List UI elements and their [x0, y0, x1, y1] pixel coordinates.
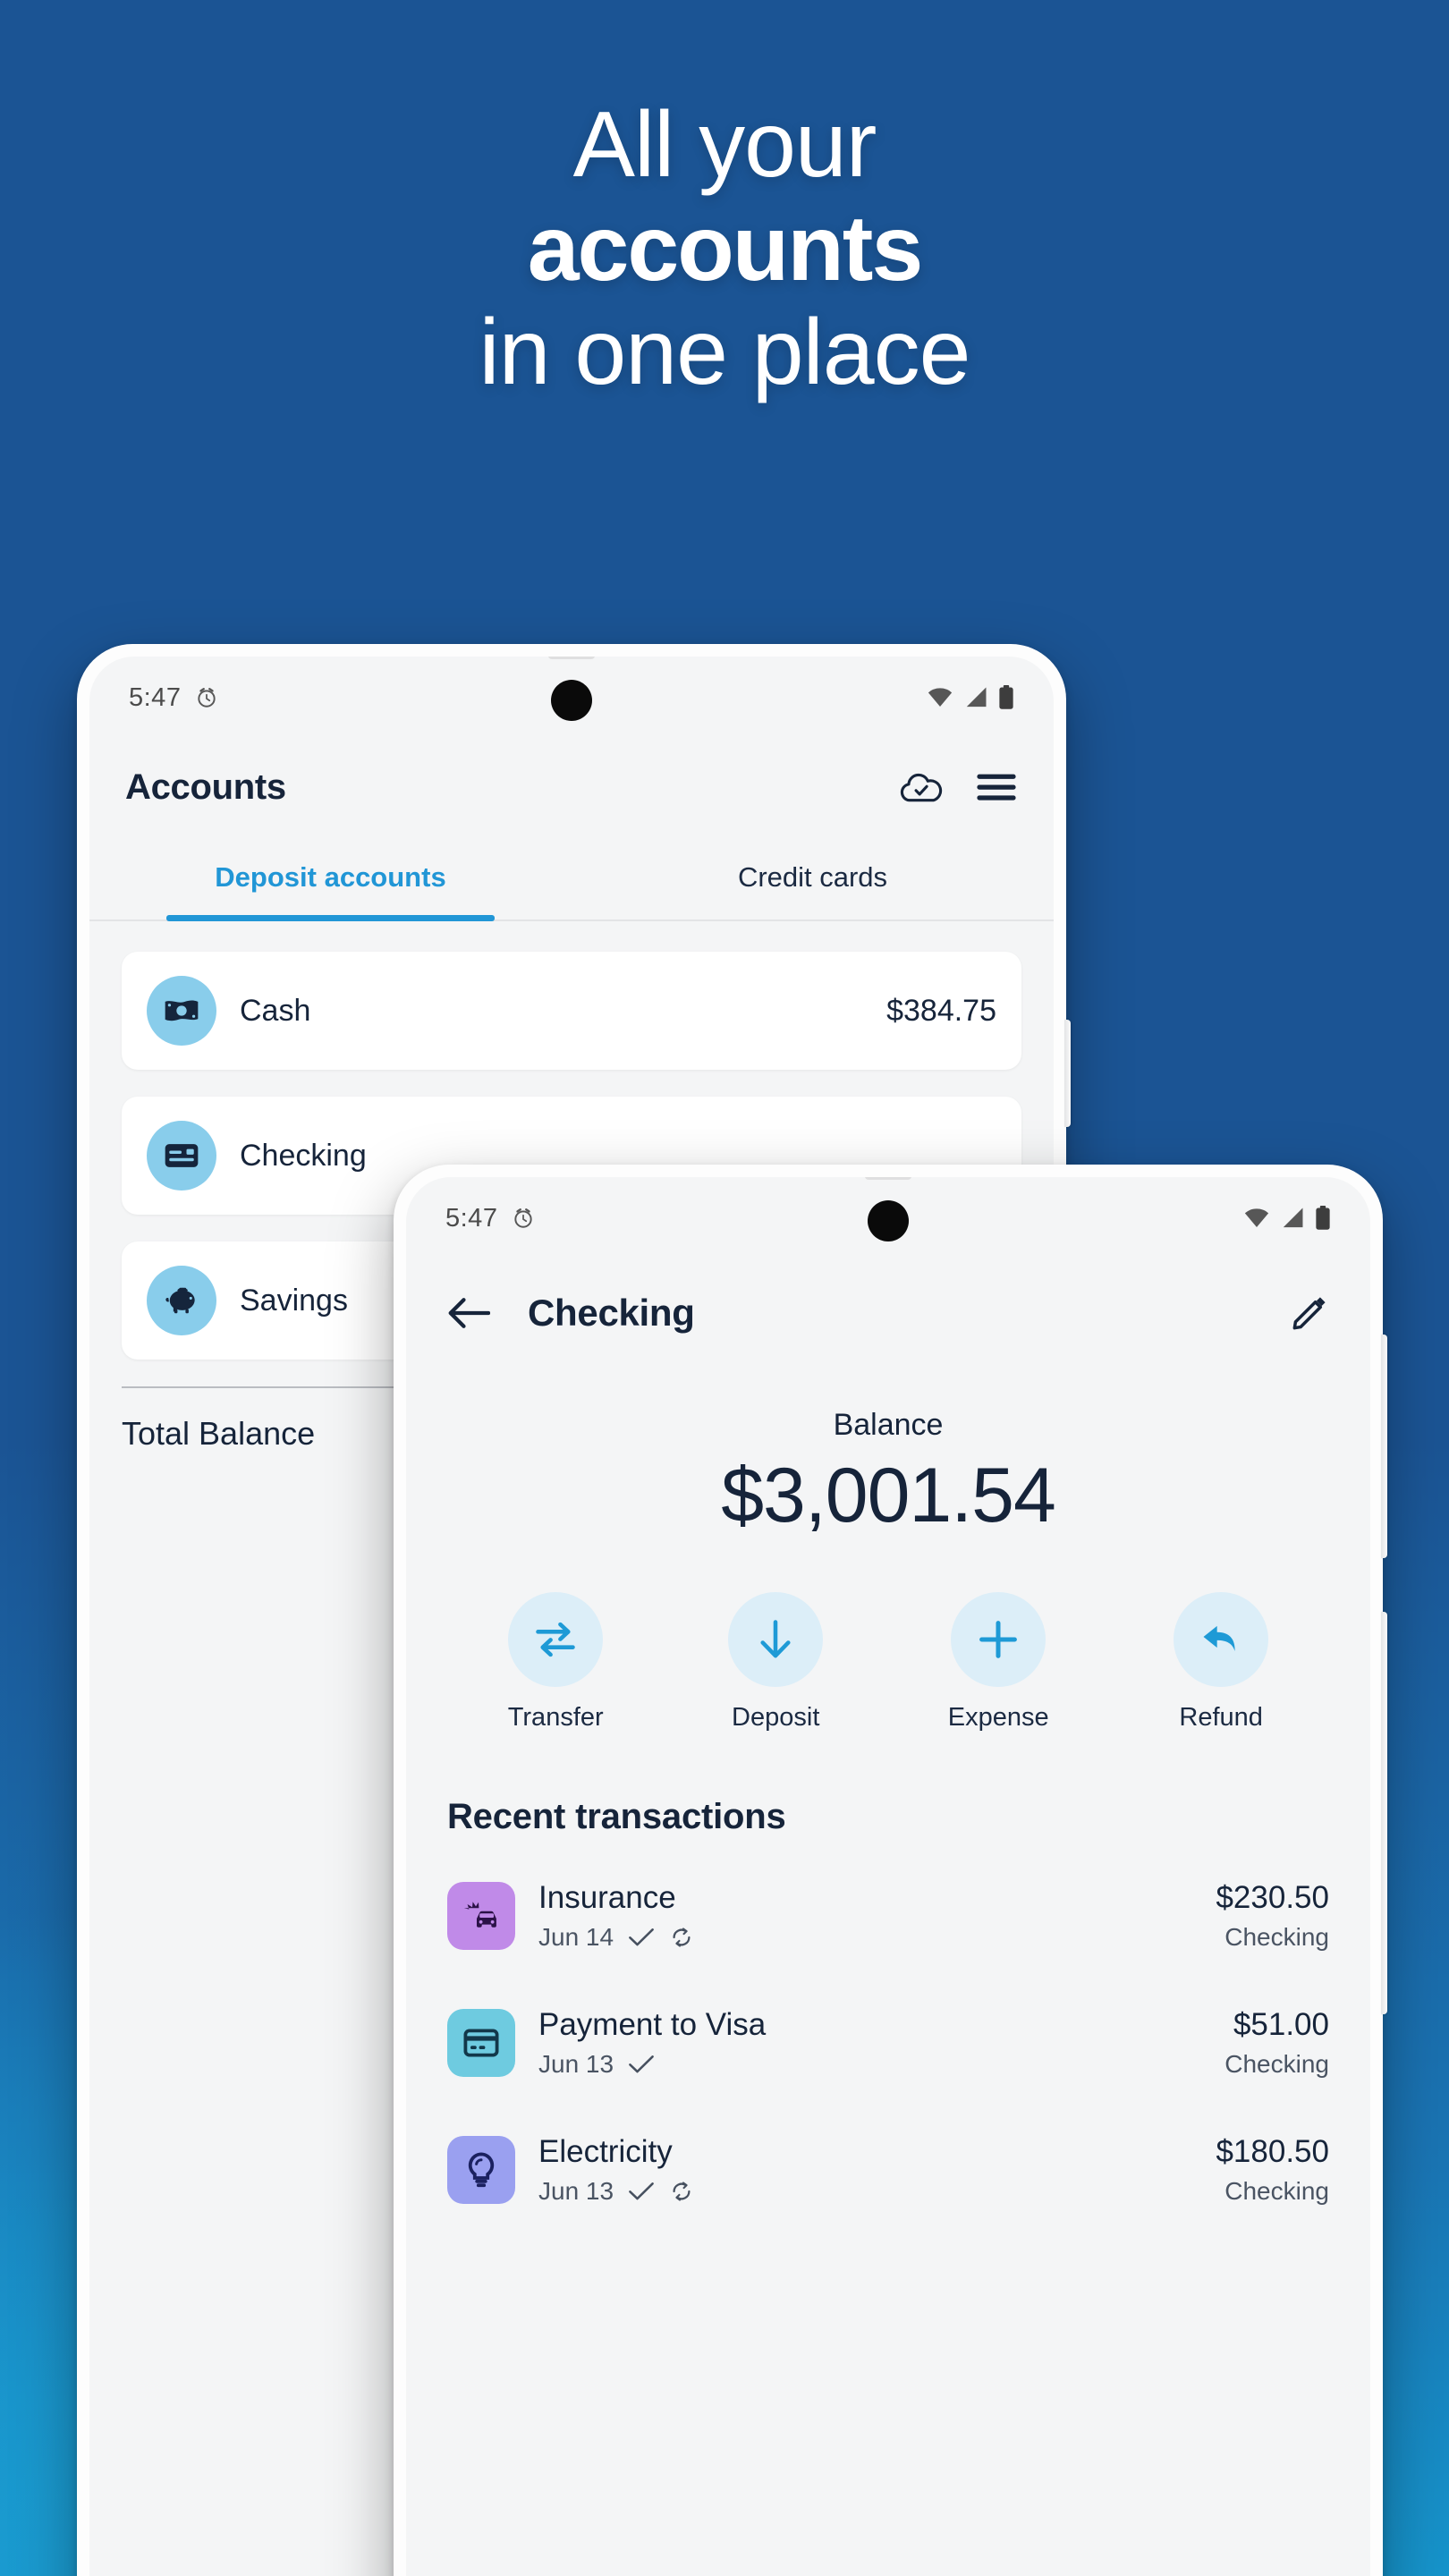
account-name: Checking	[240, 1138, 367, 1173]
account-name: Savings	[240, 1283, 348, 1318]
hamburger-menu-icon[interactable]	[975, 771, 1018, 803]
front-camera-punch-hole	[868, 1200, 909, 1241]
pencil-edit-icon[interactable]	[1290, 1293, 1329, 1333]
transaction-account: Checking	[1224, 2050, 1329, 2078]
page-title: Accounts	[125, 767, 286, 807]
headline-line-3: in one place	[479, 301, 971, 404]
transaction-name: Electricity	[538, 2134, 673, 2169]
action-label: Refund	[1179, 1703, 1263, 1732]
hero-headline: All your accounts in one place	[0, 98, 1449, 399]
transaction-date: Jun 13	[538, 2050, 614, 2078]
transfer-swap-icon	[508, 1592, 604, 1687]
lightbulb-icon	[447, 2136, 515, 2204]
recent-transactions-header: Recent transactions	[447, 1797, 786, 1836]
front-camera-punch-hole	[551, 680, 592, 721]
reply-arrow-icon	[1174, 1592, 1269, 1687]
account-name: Cash	[240, 993, 311, 1028]
status-time: 5:47	[445, 1203, 498, 1233]
checking-detail-screen: 5:47 Checking Balance $3,001.54 Transfer…	[406, 1177, 1370, 2576]
battery-icon	[1315, 1206, 1331, 1231]
battery-icon	[998, 685, 1014, 710]
table-row[interactable]: Electricity Jun 13 $180.50 Checking	[447, 2116, 1329, 2224]
action-label: Expense	[947, 1703, 1049, 1732]
transactions-list: Insurance Jun 14 $230.50 Checking Paymen…	[406, 1837, 1370, 2224]
transaction-amount: $51.00	[1233, 2007, 1329, 2042]
recurring-icon	[669, 1925, 694, 1950]
detail-app-bar: Checking	[406, 1259, 1370, 1367]
plus-icon	[951, 1592, 1046, 1687]
action-label: Transfer	[507, 1703, 604, 1732]
account-type-tabs: Deposit accounts Credit cards	[89, 835, 1054, 921]
balance-amount: $3,001.54	[721, 1453, 1056, 1538]
car-crash-icon	[447, 1882, 515, 1950]
check-icon	[628, 2180, 655, 2203]
transaction-name: Insurance	[538, 1880, 676, 1915]
list-item[interactable]: Cash $384.75	[122, 952, 1021, 1070]
total-balance-label: Total Balance	[122, 1415, 316, 1452]
recurring-icon	[669, 2179, 694, 2204]
back-arrow-icon[interactable]	[447, 1295, 490, 1331]
refund-action-button[interactable]: Refund	[1174, 1592, 1269, 1733]
wifi-icon	[927, 686, 953, 709]
transaction-name: Payment to Visa	[538, 2007, 767, 2042]
deposit-action-button[interactable]: Deposit	[728, 1592, 824, 1733]
alarm-icon	[512, 1207, 535, 1230]
wifi-icon	[1243, 1207, 1270, 1230]
cloud-check-icon[interactable]	[898, 768, 945, 806]
expense-action-button[interactable]: Expense	[948, 1592, 1049, 1733]
banknote-icon	[147, 976, 216, 1046]
account-amount: $384.75	[886, 993, 996, 1028]
tab-deposit-accounts[interactable]: Deposit accounts	[89, 835, 572, 919]
table-row[interactable]: Payment to Visa Jun 13 $51.00 Checking	[447, 1989, 1329, 2097]
alarm-icon	[195, 686, 218, 709]
headline-line-1: All your	[572, 93, 877, 197]
arrow-down-icon	[728, 1592, 824, 1687]
piggy-bank-icon	[147, 1266, 216, 1335]
headline-line-2: accounts	[527, 197, 924, 301]
balance-block: Balance $3,001.54	[406, 1367, 1370, 1540]
transaction-date: Jun 13	[538, 2177, 614, 2205]
check-icon	[628, 1926, 655, 1949]
transaction-date: Jun 14	[538, 1923, 614, 1951]
quick-actions-row: Transfer Deposit Expense Refund	[406, 1540, 1370, 1733]
phone-account-detail: 5:47 Checking Balance $3,001.54 Transfer…	[394, 1165, 1387, 2576]
page-title: Checking	[528, 1292, 695, 1334]
transaction-amount: $180.50	[1216, 2134, 1329, 2169]
balance-label: Balance	[833, 1408, 944, 1442]
card-check-icon	[147, 1121, 216, 1191]
tab-credit-cards[interactable]: Credit cards	[572, 835, 1054, 919]
check-icon	[628, 2053, 655, 2076]
table-row[interactable]: Insurance Jun 14 $230.50 Checking	[447, 1862, 1329, 1970]
transfer-action-button[interactable]: Transfer	[508, 1592, 604, 1733]
transaction-amount: $230.50	[1216, 1880, 1329, 1915]
transaction-account: Checking	[1224, 2177, 1329, 2205]
accounts-app-bar: Accounts	[89, 739, 1054, 835]
cell-signal-icon	[1280, 1207, 1305, 1230]
credit-card-icon	[447, 2009, 515, 2077]
action-label: Deposit	[732, 1703, 820, 1732]
transaction-account: Checking	[1224, 1923, 1329, 1951]
cell-signal-icon	[963, 686, 988, 709]
status-time: 5:47	[129, 682, 182, 712]
